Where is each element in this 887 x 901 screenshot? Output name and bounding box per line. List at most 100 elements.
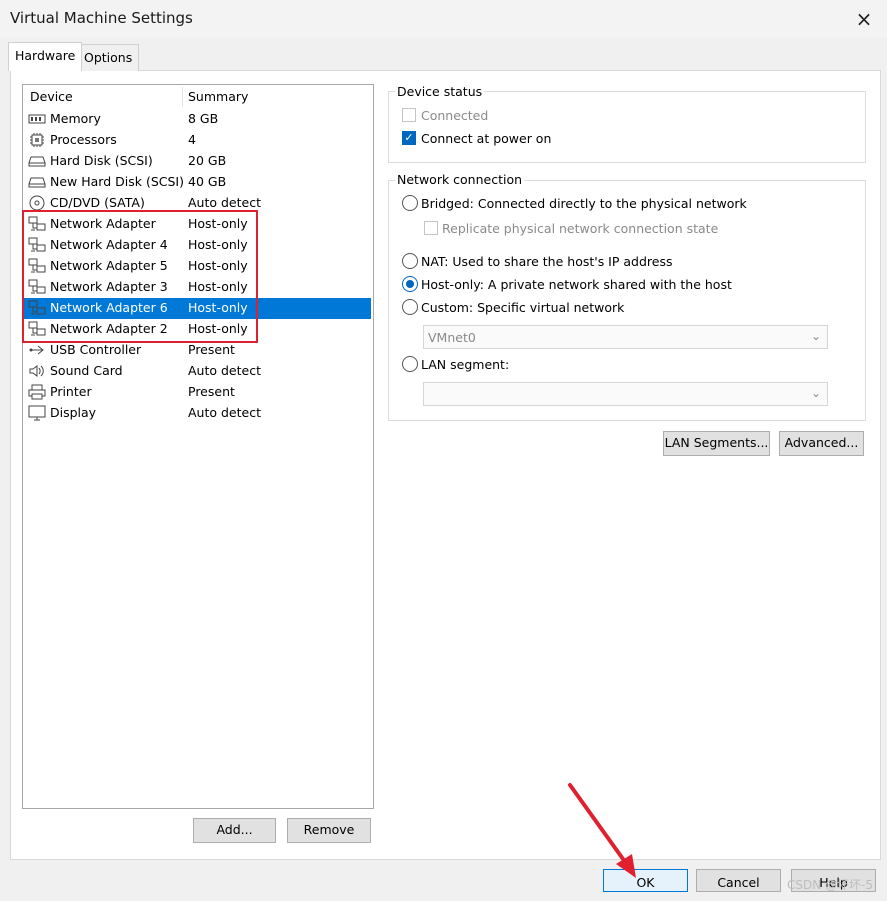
- lan-segments-button[interactable]: LAN Segments...: [663, 431, 770, 456]
- lan-segment-select[interactable]: ⌄: [423, 382, 828, 406]
- close-icon[interactable]: ×: [849, 5, 879, 33]
- device-summary: 20 GB: [188, 153, 227, 168]
- device-summary: Auto detect: [188, 405, 261, 420]
- host-only-radio[interactable]: [402, 276, 418, 292]
- device-summary: Present: [188, 342, 235, 357]
- network-adapter-icon: [28, 237, 46, 253]
- window-title: Virtual Machine Settings: [10, 9, 193, 27]
- device-status-group: [388, 91, 866, 163]
- cancel-button[interactable]: Cancel: [696, 869, 781, 892]
- custom-radio[interactable]: [402, 299, 418, 315]
- lan-segment-label: LAN segment:: [421, 357, 510, 372]
- advanced-button[interactable]: Advanced...: [779, 431, 864, 456]
- device-summary: Host-only: [188, 279, 248, 294]
- device-name: Display: [50, 405, 97, 420]
- device-name: Network Adapter 5: [50, 258, 168, 273]
- device-row[interactable]: Sound Card Auto detect: [23, 361, 371, 382]
- network-connection-title: Network connection: [395, 172, 525, 187]
- device-name: Network Adapter: [50, 216, 156, 231]
- device-row[interactable]: Processors 4: [23, 130, 371, 151]
- device-row[interactable]: Network Adapter 2 Host-only: [23, 319, 371, 340]
- help-button[interactable]: Help: [791, 869, 876, 892]
- network-adapter-icon: [28, 258, 46, 274]
- device-summary: Present: [188, 384, 235, 399]
- device-summary: Host-only: [188, 258, 248, 273]
- connected-label: Connected: [421, 108, 489, 123]
- device-row[interactable]: USB Controller Present: [23, 340, 371, 361]
- device-row[interactable]: Display Auto detect: [23, 403, 371, 424]
- device-name: USB Controller: [50, 342, 142, 357]
- device-list[interactable]: Device Summary Memory 8 GB Processors 4 Hard…: [22, 84, 374, 809]
- title-bar: Virtual Machine Settings ×: [0, 0, 887, 38]
- column-header-device[interactable]: Device: [30, 89, 73, 104]
- device-row[interactable]: Memory 8 GB: [23, 109, 371, 130]
- device-name: Processors: [50, 132, 117, 147]
- device-list-header: Device Summary: [23, 85, 373, 109]
- device-summary: Auto detect: [188, 195, 261, 210]
- vmnet-select[interactable]: VMnet0 ⌄: [423, 325, 828, 349]
- device-name: Network Adapter 4: [50, 237, 168, 252]
- device-row[interactable]: Printer Present: [23, 382, 371, 403]
- device-row[interactable]: CD/DVD (SATA) Auto detect: [23, 193, 371, 214]
- device-summary: 8 GB: [188, 111, 219, 126]
- device-name: CD/DVD (SATA): [50, 195, 145, 210]
- monitor-icon: [28, 405, 46, 421]
- device-name: Network Adapter 6: [50, 300, 168, 315]
- device-name: Network Adapter 3: [50, 279, 168, 294]
- connected-checkbox[interactable]: [402, 108, 416, 122]
- cd-dvd-icon: [28, 195, 46, 211]
- bridged-radio[interactable]: [402, 195, 418, 211]
- device-row[interactable]: Network Adapter 6 Host-only: [23, 298, 371, 319]
- connect-at-power-on-checkbox[interactable]: ✓: [402, 131, 416, 145]
- remove-button[interactable]: Remove: [287, 818, 371, 843]
- tab-options[interactable]: Options: [77, 44, 140, 71]
- device-row[interactable]: Hard Disk (SCSI) 20 GB: [23, 151, 371, 172]
- nat-label: NAT: Used to share the host's IP address: [421, 254, 673, 269]
- column-divider[interactable]: [182, 87, 183, 107]
- vmnet-value: VMnet0: [428, 330, 476, 345]
- device-summary: Host-only: [188, 237, 248, 252]
- host-only-label: Host-only: A private network shared with…: [421, 277, 732, 292]
- hard-disk-icon: [28, 153, 46, 169]
- chevron-down-icon: ⌄: [810, 386, 821, 400]
- device-status-title: Device status: [395, 84, 485, 99]
- device-summary: 40 GB: [188, 174, 227, 189]
- custom-label: Custom: Specific virtual network: [421, 300, 625, 315]
- speaker-icon: [28, 363, 46, 379]
- ok-button[interactable]: OK: [603, 869, 688, 892]
- device-row[interactable]: Network Adapter 5 Host-only: [23, 256, 371, 277]
- device-row[interactable]: Network Adapter 4 Host-only: [23, 235, 371, 256]
- nat-radio[interactable]: [402, 253, 418, 269]
- device-name: New Hard Disk (SCSI): [50, 174, 184, 189]
- device-row[interactable]: New Hard Disk (SCSI) 40 GB: [23, 172, 371, 193]
- connect-at-power-on-label: Connect at power on: [421, 131, 552, 146]
- device-row[interactable]: Network Adapter Host-only: [23, 214, 371, 235]
- network-adapter-icon: [28, 300, 46, 316]
- processor-icon: [28, 132, 46, 148]
- usb-icon: [28, 342, 46, 358]
- lan-segment-radio[interactable]: [402, 356, 418, 372]
- column-header-summary[interactable]: Summary: [188, 89, 248, 104]
- device-summary: Host-only: [188, 216, 248, 231]
- bridged-label: Bridged: Connected directly to the physi…: [421, 196, 747, 211]
- device-name: Sound Card: [50, 363, 123, 378]
- device-name: Network Adapter 2: [50, 321, 168, 336]
- network-adapter-icon: [28, 321, 46, 337]
- device-summary: Host-only: [188, 321, 248, 336]
- chevron-down-icon: ⌄: [810, 329, 821, 343]
- network-adapter-icon: [28, 216, 46, 232]
- device-name: Printer: [50, 384, 92, 399]
- memory-icon: [28, 111, 46, 127]
- printer-icon: [28, 384, 46, 400]
- device-summary: Auto detect: [188, 363, 261, 378]
- add-button[interactable]: Add...: [193, 818, 276, 843]
- tab-hardware[interactable]: Hardware: [8, 42, 83, 71]
- device-name: Hard Disk (SCSI): [50, 153, 153, 168]
- device-row[interactable]: Network Adapter 3 Host-only: [23, 277, 371, 298]
- replicate-state-label: Replicate physical network connection st…: [442, 221, 719, 236]
- network-adapter-icon: [28, 279, 46, 295]
- device-name: Memory: [50, 111, 101, 126]
- device-summary: 4: [188, 132, 196, 147]
- replicate-state-checkbox[interactable]: [424, 221, 438, 235]
- hard-disk-icon: [28, 174, 46, 190]
